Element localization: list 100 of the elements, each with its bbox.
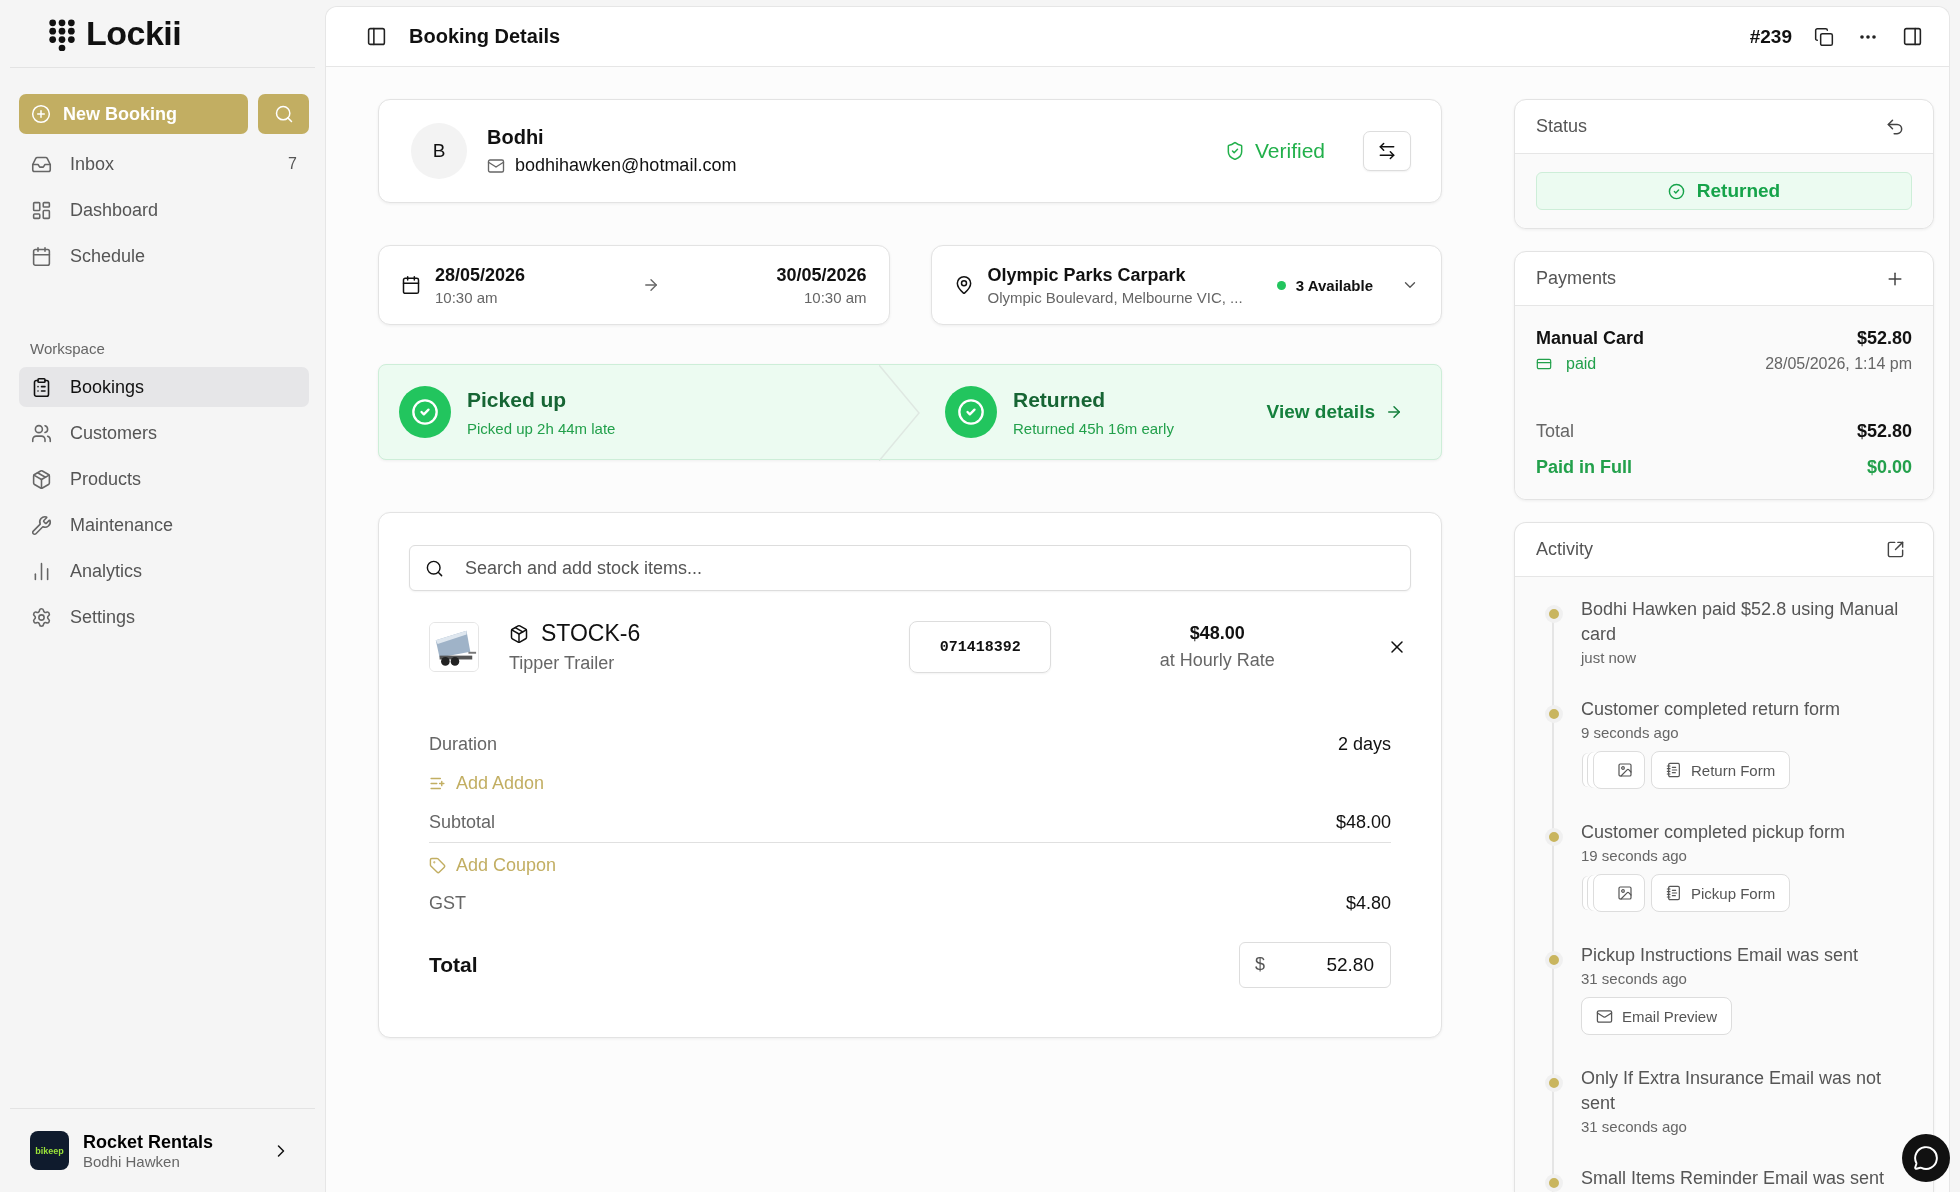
notebook-icon <box>1666 885 1682 901</box>
activity-time: 9 seconds ago <box>1581 724 1680 741</box>
image-icon <box>1617 762 1633 778</box>
chat-icon <box>1913 1145 1939 1171</box>
end-date: 30/05/2026 <box>776 264 867 286</box>
notebook-icon <box>1666 762 1682 778</box>
company-name: Rocket Rentals <box>83 1131 215 1153</box>
sidebar-item[interactable]: Bookings <box>19 367 309 407</box>
package-icon <box>509 623 529 644</box>
search-icon <box>425 559 444 578</box>
gst-label: GST <box>429 892 466 914</box>
payment-state: paid <box>1566 355 1597 373</box>
swap-button[interactable] <box>1363 131 1411 171</box>
logo-icon <box>48 16 76 51</box>
sidebar-item[interactable]: Customers <box>19 413 309 453</box>
payment-date: 28/05/2026, 1:14 pm <box>1765 355 1912 373</box>
total-label: Total <box>1536 420 1575 442</box>
image-icon <box>1617 885 1633 901</box>
duration-value: 2 days <box>1337 734 1391 755</box>
start-date: 28/05/2026 <box>435 264 526 286</box>
calendar-icon <box>31 245 52 267</box>
panel-title: Activity <box>1536 539 1593 560</box>
start-time: 10:30 am <box>435 288 498 306</box>
payment-amount: $52.80 <box>1856 328 1912 349</box>
verified-status: Verified <box>1254 139 1325 163</box>
date-range-card[interactable]: 28/05/2026 10:30 am 30/05/2026 10:30 am <box>378 245 890 325</box>
step-note: Returned 45h 16m early <box>1013 419 1174 437</box>
section-label: Workspace <box>30 340 106 357</box>
panel-title: Status <box>1536 116 1588 137</box>
card-icon <box>1536 356 1552 372</box>
tag-icon <box>429 856 446 874</box>
sidebar-item[interactable]: Dashboard <box>19 190 309 230</box>
list-plus-icon <box>429 775 446 792</box>
company-logo: bikeep <box>30 1131 69 1170</box>
stock-search-field[interactable]: Search and add stock items... <box>409 545 1411 591</box>
sidebar-item[interactable]: Maintenance <box>19 505 309 545</box>
serial-number[interactable]: 071418392 <box>908 621 1052 673</box>
duration-label: Duration <box>429 734 498 755</box>
form-button[interactable]: Return Form <box>1651 751 1791 789</box>
settings-icon <box>31 606 52 628</box>
balance-label: Paid in Full <box>1536 456 1632 478</box>
sidebar-item[interactable]: Inbox 7 <box>19 144 309 184</box>
location-address: Olympic Boulevard, Melbourne VIC, ... <box>987 288 1244 306</box>
external-link-icon <box>1886 540 1905 559</box>
sidebar-item[interactable]: Schedule <box>19 236 309 276</box>
activity-text: Pickup Instructions Email was sent <box>1581 944 1859 967</box>
location-name: Olympic Parks Carpark <box>987 264 1187 286</box>
total-value: $52.80 <box>1856 420 1912 442</box>
logo-text: Lockii <box>86 14 182 53</box>
sidebar-item[interactable]: Products <box>19 459 309 499</box>
panel-title: Payments <box>1536 268 1617 289</box>
activity-text: Customer completed pickup form <box>1581 821 1846 844</box>
avatar: B <box>411 123 467 179</box>
stock-name: Tipper Trailer <box>509 653 616 674</box>
activity-text: Only If Extra Insurance Email was not sent <box>1581 1067 1883 1115</box>
status-badge: Returned <box>1536 172 1912 210</box>
gst-value: $4.80 <box>1345 892 1391 914</box>
view-details-link[interactable]: View details <box>1266 401 1403 423</box>
mail-icon <box>487 156 505 175</box>
end-time: 10:30 am <box>803 288 867 306</box>
plus-circle-icon <box>31 104 51 124</box>
copy-icon <box>1814 26 1834 47</box>
step-title: Picked up <box>467 387 568 412</box>
dashboard-icon <box>31 199 52 221</box>
email-preview-button[interactable]: Email Preview <box>1581 997 1733 1035</box>
payment-method: Manual Card <box>1536 328 1645 349</box>
search-icon <box>273 104 294 124</box>
stock-code: STOCK-6 <box>541 620 641 647</box>
clipboard-icon <box>31 376 52 398</box>
currency-symbol: $ <box>1255 954 1265 975</box>
customer-email: bodhihawken@hotmail.com <box>515 155 737 176</box>
package-icon <box>31 468 52 490</box>
rate-label: at Hourly Rate <box>1159 650 1275 671</box>
form-button[interactable]: Pickup Form <box>1651 874 1791 912</box>
wrench-icon <box>31 514 52 536</box>
availability: 3 Available <box>1295 276 1373 294</box>
user-name: Bodhi Hawken <box>83 1152 181 1170</box>
activity-text: Bodhi Hawken paid $52.8 using Manual card <box>1581 598 1900 646</box>
activity-time: 31 seconds ago <box>1581 1118 1688 1135</box>
mail-icon <box>1596 1007 1613 1025</box>
subtotal-value: $48.00 <box>1335 812 1391 833</box>
sidebar-item[interactable]: Analytics <box>19 551 309 591</box>
arrow-right-icon <box>1385 403 1403 421</box>
activity-time: 31 seconds ago <box>1581 970 1688 987</box>
total-label: Total <box>429 953 478 977</box>
users-icon <box>31 422 52 444</box>
check-circle-icon <box>1667 182 1685 200</box>
account-switcher[interactable]: bikeep Rocket Rentals Bodhi Hawken <box>10 1108 315 1178</box>
calendar-icon <box>401 275 421 295</box>
panel-icon <box>1902 26 1923 47</box>
booking-number: #239 <box>1749 25 1792 48</box>
more-icon <box>1860 34 1876 39</box>
balance-value: $0.00 <box>1866 456 1912 478</box>
sidebar-item[interactable]: Settings <box>19 597 309 637</box>
page-title: Booking Details <box>409 25 562 48</box>
item-price: $48.00 <box>1189 623 1245 644</box>
item-count: 7 <box>288 155 297 173</box>
activity-text: Customer completed return form <box>1581 698 1841 721</box>
subtotal-label: Subtotal <box>429 812 496 833</box>
location-card[interactable]: Olympic Parks Carpark Olympic Boulevard, Melbourne VIC, ... 3 Available <box>930 245 1442 325</box>
